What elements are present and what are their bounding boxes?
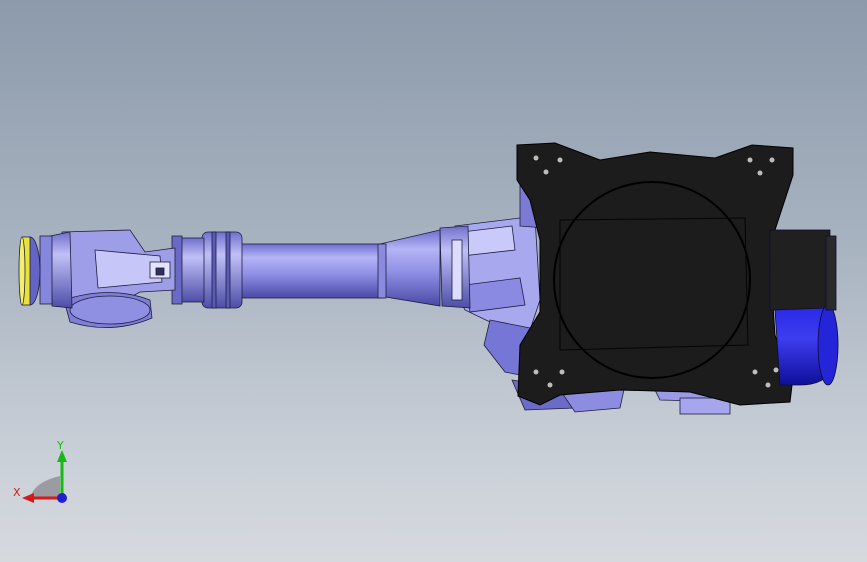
triad-plane (30, 476, 60, 498)
robot-arm-model[interactable] (0, 0, 867, 562)
forearm-tube[interactable] (171, 229, 441, 309)
base-motor[interactable] (769, 229, 839, 386)
x-axis-arrow (22, 493, 34, 503)
base-plate[interactable] (516, 142, 794, 406)
z-axis-dot (57, 493, 67, 503)
elbow-joint[interactable] (439, 225, 471, 309)
y-axis-label: Y (56, 439, 64, 452)
wrist-assembly[interactable] (39, 229, 176, 328)
coordinate-triad: Y X (13, 439, 67, 503)
tool-flange[interactable] (18, 236, 41, 306)
cad-viewport[interactable]: Y X (0, 0, 867, 562)
x-axis-label: X (13, 486, 21, 499)
